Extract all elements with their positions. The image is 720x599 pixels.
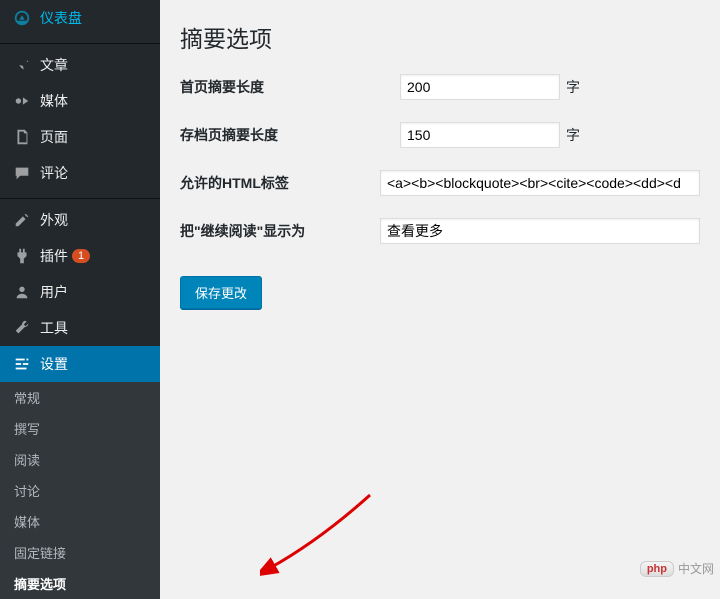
sidebar-item-label: 工具 — [40, 318, 68, 338]
sidebar-item-users[interactable]: 用户 — [0, 274, 160, 310]
sub-item-permalinks[interactable]: 固定链接 — [0, 537, 160, 568]
suffix-char: 字 — [566, 125, 580, 145]
label-allowed-html: 允许的HTML标签 — [180, 173, 380, 193]
sidebar-item-label: 媒体 — [40, 91, 68, 111]
sidebar-item-media[interactable]: 媒体 — [0, 83, 160, 119]
sub-item-writing[interactable]: 撰写 — [0, 413, 160, 444]
user-icon — [12, 282, 32, 302]
sub-item-media[interactable]: 媒体 — [0, 506, 160, 537]
annotation-arrow-icon — [260, 490, 380, 580]
row-read-more: 把"继续阅读"显示为 — [180, 218, 700, 244]
label-archive-excerpt: 存档页摘要长度 — [180, 125, 400, 145]
watermark: php 中文网 — [640, 560, 714, 577]
sidebar-item-plugins[interactable]: 插件 1 — [0, 238, 160, 274]
separator — [0, 194, 160, 199]
input-archive-excerpt[interactable] — [400, 122, 560, 148]
label-home-excerpt: 首页摘要长度 — [180, 77, 400, 97]
settings-icon — [12, 354, 32, 374]
main-content: 摘要选项 首页摘要长度 字 存档页摘要长度 字 允许的HTML标签 把"继续阅读… — [160, 0, 720, 583]
update-badge: 1 — [72, 249, 90, 263]
label-read-more: 把"继续阅读"显示为 — [180, 221, 380, 241]
row-allowed-html: 允许的HTML标签 — [180, 170, 700, 196]
sidebar-item-label: 文章 — [40, 55, 68, 75]
sidebar-item-posts[interactable]: 文章 — [0, 47, 160, 83]
sidebar-item-label: 外观 — [40, 210, 68, 230]
sidebar-item-pages[interactable]: 页面 — [0, 119, 160, 155]
page-title: 摘要选项 — [180, 20, 700, 54]
input-allowed-html[interactable] — [380, 170, 700, 196]
admin-sidebar: 仪表盘 文章 媒体 页面 评论 外观 插件 1 用户 工具 设置 常规 撰写 — [0, 0, 160, 583]
sidebar-item-appearance[interactable]: 外观 — [0, 202, 160, 238]
sidebar-item-label: 用户 — [40, 282, 68, 302]
separator — [0, 39, 160, 44]
sub-item-general[interactable]: 常规 — [0, 382, 160, 413]
sidebar-item-label: 仪表盘 — [40, 8, 82, 28]
sub-item-reading[interactable]: 阅读 — [0, 444, 160, 475]
sidebar-item-label: 评论 — [40, 163, 68, 183]
row-home-excerpt: 首页摘要长度 字 — [180, 74, 700, 100]
appearance-icon — [12, 210, 32, 230]
sidebar-item-label: 设置 — [40, 354, 68, 374]
save-button[interactable]: 保存更改 — [180, 276, 262, 309]
sidebar-item-settings[interactable]: 设置 — [0, 346, 160, 382]
suffix-char: 字 — [566, 77, 580, 97]
tool-icon — [12, 318, 32, 338]
sub-item-discussion[interactable]: 讨论 — [0, 475, 160, 506]
sidebar-submenu: 常规 撰写 阅读 讨论 媒体 固定链接 摘要选项 — [0, 382, 160, 599]
sidebar-item-label: 插件 — [40, 246, 68, 266]
sidebar-item-dashboard[interactable]: 仪表盘 — [0, 0, 160, 36]
media-icon — [12, 91, 32, 111]
sidebar-item-tools[interactable]: 工具 — [0, 310, 160, 346]
comment-icon — [12, 163, 32, 183]
dashboard-icon — [12, 8, 32, 28]
sidebar-item-label: 页面 — [40, 127, 68, 147]
page-icon — [12, 127, 32, 147]
input-home-excerpt[interactable] — [400, 74, 560, 100]
watermark-text: 中文网 — [678, 560, 714, 577]
php-badge: php — [640, 561, 674, 577]
plugin-icon — [12, 246, 32, 266]
row-archive-excerpt: 存档页摘要长度 字 — [180, 122, 700, 148]
input-read-more[interactable] — [380, 218, 700, 244]
sub-item-excerpt-options[interactable]: 摘要选项 — [0, 568, 160, 599]
sidebar-item-comments[interactable]: 评论 — [0, 155, 160, 191]
pin-icon — [12, 55, 32, 75]
